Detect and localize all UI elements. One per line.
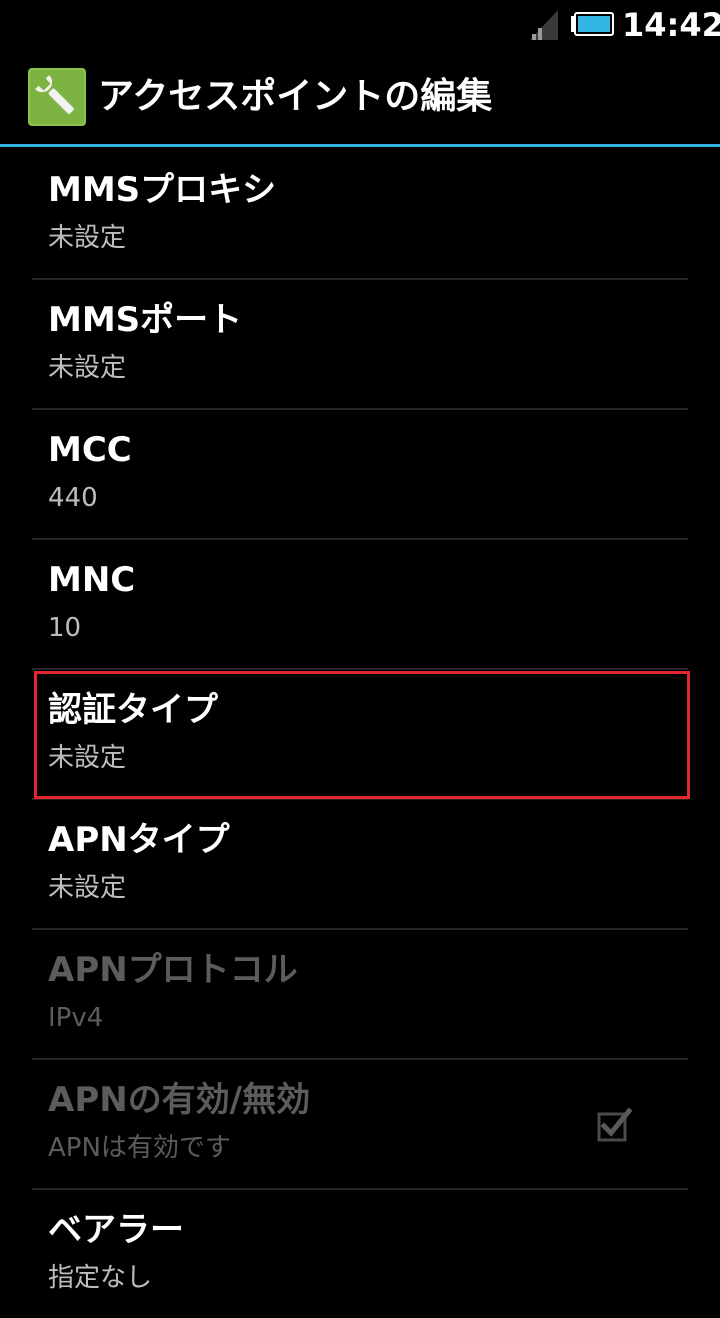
setting-title: MMSプロキシ <box>48 170 277 210</box>
battery-icon <box>571 12 614 36</box>
setting-bearer[interactable]: ベアラー 指定なし <box>0 1190 720 1318</box>
setting-title: MCC <box>48 430 132 470</box>
setting-apn-protocol: APNプロトコル IPv4 <box>0 930 720 1058</box>
setting-summary: 10 <box>48 613 82 643</box>
action-bar: アクセスポイントの編集 <box>0 50 720 144</box>
status-bar: 14:42 <box>0 0 720 50</box>
setting-summary: 未設定 <box>48 873 127 903</box>
setting-apn-type[interactable]: APNタイプ 未設定 <box>0 800 720 928</box>
setting-mnc[interactable]: MNC 10 <box>0 540 720 668</box>
setting-title: MMSポート <box>48 300 243 340</box>
checkbox-checked-icon <box>597 1107 632 1142</box>
setting-title: MNC <box>48 560 136 600</box>
highlight-annotation <box>34 671 690 799</box>
setting-summary: 未設定 <box>48 353 127 383</box>
setting-mms-proxy[interactable]: MMSプロキシ 未設定 <box>0 150 720 278</box>
action-bar-divider <box>0 144 720 147</box>
setting-title: ベアラー <box>48 1210 184 1250</box>
setting-summary: 440 <box>48 483 98 513</box>
signal-icon <box>530 10 558 40</box>
setting-mms-port[interactable]: MMSポート 未設定 <box>0 280 720 408</box>
page-title: アクセスポイントの編集 <box>98 76 493 117</box>
setting-title: APNの有効/無効 <box>48 1080 311 1120</box>
wrench-settings-icon[interactable] <box>28 68 86 126</box>
setting-summary: 指定なし <box>48 1263 153 1293</box>
status-clock: 14:42 <box>622 6 720 44</box>
setting-summary: 未設定 <box>48 223 127 253</box>
setting-summary: APNは有効です <box>48 1133 231 1163</box>
setting-title: APNプロトコル <box>48 950 298 990</box>
setting-summary: IPv4 <box>48 1003 104 1033</box>
setting-title: APNタイプ <box>48 820 230 860</box>
setting-mcc[interactable]: MCC 440 <box>0 410 720 538</box>
